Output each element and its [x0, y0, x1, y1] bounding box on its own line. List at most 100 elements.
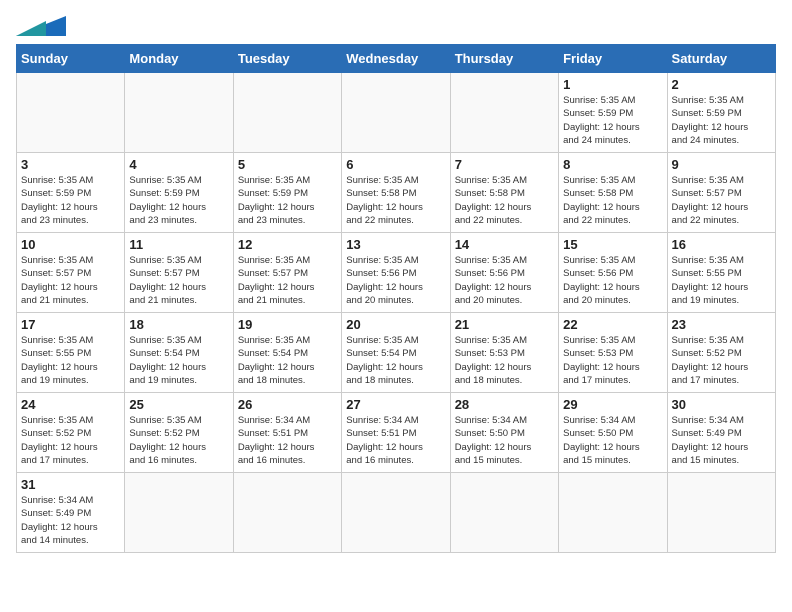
calendar-week-2: 10 Sunrise: 5:35 AM Sunset: 5:57 PM Dayli…: [17, 233, 776, 313]
calendar-cell: 12Sunrise: 5:35 AM Sunset: 5:57 PM Dayli…: [233, 233, 341, 313]
logo-icon: [16, 16, 66, 36]
day-number: 6: [346, 157, 445, 172]
day-info: Sunrise: 5:34 AM Sunset: 5:50 PM Dayligh…: [455, 414, 554, 467]
calendar-cell: 9 Sunrise: 5:35 AM Sunset: 5:57 PM Daylig…: [667, 153, 775, 233]
calendar-cell: 27 Sunrise: 5:34 AM Sunset: 5:51 PM Dayli…: [342, 393, 450, 473]
calendar-cell: 3 Sunrise: 5:35 AM Sunset: 5:59 PM Daylig…: [17, 153, 125, 233]
day-info: Sunrise: 5:35 AM Sunset: 5:52 PM Dayligh…: [21, 414, 120, 467]
calendar-cell: 28 Sunrise: 5:34 AM Sunset: 5:50 PM Dayli…: [450, 393, 558, 473]
day-number: 5: [238, 157, 337, 172]
calendar-cell: 31 Sunrise: 5:34 AM Sunset: 5:49 PM Dayli…: [17, 473, 125, 553]
day-info: Sunrise: 5:34 AM Sunset: 5:49 PM Dayligh…: [21, 494, 120, 547]
day-number: 23: [672, 317, 771, 332]
calendar-cell: 19 Sunrise: 5:35 AM Sunset: 5:54 PM Dayli…: [233, 313, 341, 393]
calendar-cell: 29Sunrise: 5:34 AM Sunset: 5:50 PM Dayli…: [559, 393, 667, 473]
day-info: Sunrise: 5:35 AM Sunset: 5:59 PM Dayligh…: [129, 174, 228, 227]
day-number: 1: [563, 77, 662, 92]
day-info: Sunrise: 5:35 AM Sunset: 5:52 PM Dayligh…: [129, 414, 228, 467]
day-info: Sunrise: 5:35 AM Sunset: 5:54 PM Dayligh…: [238, 334, 337, 387]
day-number: 18: [129, 317, 228, 332]
day-info: Sunrise: 5:34 AM Sunset: 5:51 PM Dayligh…: [238, 414, 337, 467]
calendar-cell: 25 Sunrise: 5:35 AM Sunset: 5:52 PM Dayli…: [125, 393, 233, 473]
day-info: Sunrise: 5:34 AM Sunset: 5:51 PM Dayligh…: [346, 414, 445, 467]
calendar-cell: [342, 473, 450, 553]
calendar-week-4: 24 Sunrise: 5:35 AM Sunset: 5:52 PM Dayli…: [17, 393, 776, 473]
calendar-cell: 11 Sunrise: 5:35 AM Sunset: 5:57 PM Dayli…: [125, 233, 233, 313]
calendar-cell: 10 Sunrise: 5:35 AM Sunset: 5:57 PM Dayli…: [17, 233, 125, 313]
calendar-cell: 16 Sunrise: 5:35 AM Sunset: 5:55 PM Dayli…: [667, 233, 775, 313]
calendar-week-0: 1 Sunrise: 5:35 AM Sunset: 5:59 PM Daylig…: [17, 73, 776, 153]
day-info: Sunrise: 5:35 AM Sunset: 5:57 PM Dayligh…: [672, 174, 771, 227]
day-number: 9: [672, 157, 771, 172]
day-info: Sunrise: 5:35 AM Sunset: 5:53 PM Dayligh…: [563, 334, 662, 387]
day-info: Sunrise: 5:35 AM Sunset: 5:59 PM Dayligh…: [238, 174, 337, 227]
dow-header-thursday: Thursday: [450, 45, 558, 73]
day-number: 3: [21, 157, 120, 172]
calendar-week-5: 31 Sunrise: 5:34 AM Sunset: 5:49 PM Dayli…: [17, 473, 776, 553]
day-number: 11: [129, 237, 228, 252]
logo: [16, 16, 66, 36]
dow-header-wednesday: Wednesday: [342, 45, 450, 73]
calendar-cell: 14Sunrise: 5:35 AM Sunset: 5:56 PM Dayli…: [450, 233, 558, 313]
day-number: 28: [455, 397, 554, 412]
calendar-cell: 5 Sunrise: 5:35 AM Sunset: 5:59 PM Daylig…: [233, 153, 341, 233]
calendar-cell: 2Sunrise: 5:35 AM Sunset: 5:59 PM Daylig…: [667, 73, 775, 153]
calendar-cell: 15Sunrise: 5:35 AM Sunset: 5:56 PM Dayli…: [559, 233, 667, 313]
day-number: 15: [563, 237, 662, 252]
day-number: 21: [455, 317, 554, 332]
calendar-cell: 22 Sunrise: 5:35 AM Sunset: 5:53 PM Dayli…: [559, 313, 667, 393]
day-number: 30: [672, 397, 771, 412]
day-number: 22: [563, 317, 662, 332]
day-info: Sunrise: 5:35 AM Sunset: 5:54 PM Dayligh…: [129, 334, 228, 387]
day-number: 24: [21, 397, 120, 412]
day-number: 16: [672, 237, 771, 252]
calendar-cell: 18 Sunrise: 5:35 AM Sunset: 5:54 PM Dayli…: [125, 313, 233, 393]
calendar-cell: 1 Sunrise: 5:35 AM Sunset: 5:59 PM Daylig…: [559, 73, 667, 153]
calendar-cell: [667, 473, 775, 553]
day-number: 4: [129, 157, 228, 172]
day-info: Sunrise: 5:35 AM Sunset: 5:55 PM Dayligh…: [21, 334, 120, 387]
calendar-cell: [233, 73, 341, 153]
calendar-cell: 24 Sunrise: 5:35 AM Sunset: 5:52 PM Dayli…: [17, 393, 125, 473]
day-info: Sunrise: 5:35 AM Sunset: 5:58 PM Dayligh…: [455, 174, 554, 227]
day-info: Sunrise: 5:35 AM Sunset: 5:58 PM Dayligh…: [563, 174, 662, 227]
calendar-week-3: 17Sunrise: 5:35 AM Sunset: 5:55 PM Dayli…: [17, 313, 776, 393]
day-info: Sunrise: 5:35 AM Sunset: 5:56 PM Dayligh…: [346, 254, 445, 307]
day-info: Sunrise: 5:35 AM Sunset: 5:57 PM Dayligh…: [129, 254, 228, 307]
day-number: 26: [238, 397, 337, 412]
day-info: Sunrise: 5:35 AM Sunset: 5:54 PM Dayligh…: [346, 334, 445, 387]
calendar-cell: 20 Sunrise: 5:35 AM Sunset: 5:54 PM Dayli…: [342, 313, 450, 393]
calendar-cell: 7Sunrise: 5:35 AM Sunset: 5:58 PM Daylig…: [450, 153, 558, 233]
calendar-cell: [125, 73, 233, 153]
dow-header-saturday: Saturday: [667, 45, 775, 73]
calendar-cell: 21 Sunrise: 5:35 AM Sunset: 5:53 PM Dayli…: [450, 313, 558, 393]
day-number: 27: [346, 397, 445, 412]
calendar-cell: 8 Sunrise: 5:35 AM Sunset: 5:58 PM Daylig…: [559, 153, 667, 233]
calendar-cell: 30 Sunrise: 5:34 AM Sunset: 5:49 PM Dayli…: [667, 393, 775, 473]
day-number: 13: [346, 237, 445, 252]
page-header: [16, 16, 776, 36]
day-number: 20: [346, 317, 445, 332]
calendar-cell: [450, 473, 558, 553]
day-number: 12: [238, 237, 337, 252]
calendar-table: SundayMondayTuesdayWednesdayThursdayFrid…: [16, 44, 776, 553]
calendar-cell: [125, 473, 233, 553]
calendar-cell: [559, 473, 667, 553]
dow-header-monday: Monday: [125, 45, 233, 73]
day-number: 19: [238, 317, 337, 332]
calendar-cell: 6Sunrise: 5:35 AM Sunset: 5:58 PM Daylig…: [342, 153, 450, 233]
day-info: Sunrise: 5:35 AM Sunset: 5:52 PM Dayligh…: [672, 334, 771, 387]
day-info: Sunrise: 5:35 AM Sunset: 5:59 PM Dayligh…: [21, 174, 120, 227]
day-number: 10: [21, 237, 120, 252]
calendar-cell: [342, 73, 450, 153]
calendar-cell: [17, 73, 125, 153]
calendar-cell: [450, 73, 558, 153]
day-info: Sunrise: 5:35 AM Sunset: 5:53 PM Dayligh…: [455, 334, 554, 387]
day-number: 25: [129, 397, 228, 412]
day-info: Sunrise: 5:35 AM Sunset: 5:55 PM Dayligh…: [672, 254, 771, 307]
day-number: 31: [21, 477, 120, 492]
day-number: 8: [563, 157, 662, 172]
day-info: Sunrise: 5:35 AM Sunset: 5:57 PM Dayligh…: [21, 254, 120, 307]
day-info: Sunrise: 5:34 AM Sunset: 5:49 PM Dayligh…: [672, 414, 771, 467]
day-info: Sunrise: 5:35 AM Sunset: 5:59 PM Dayligh…: [563, 94, 662, 147]
